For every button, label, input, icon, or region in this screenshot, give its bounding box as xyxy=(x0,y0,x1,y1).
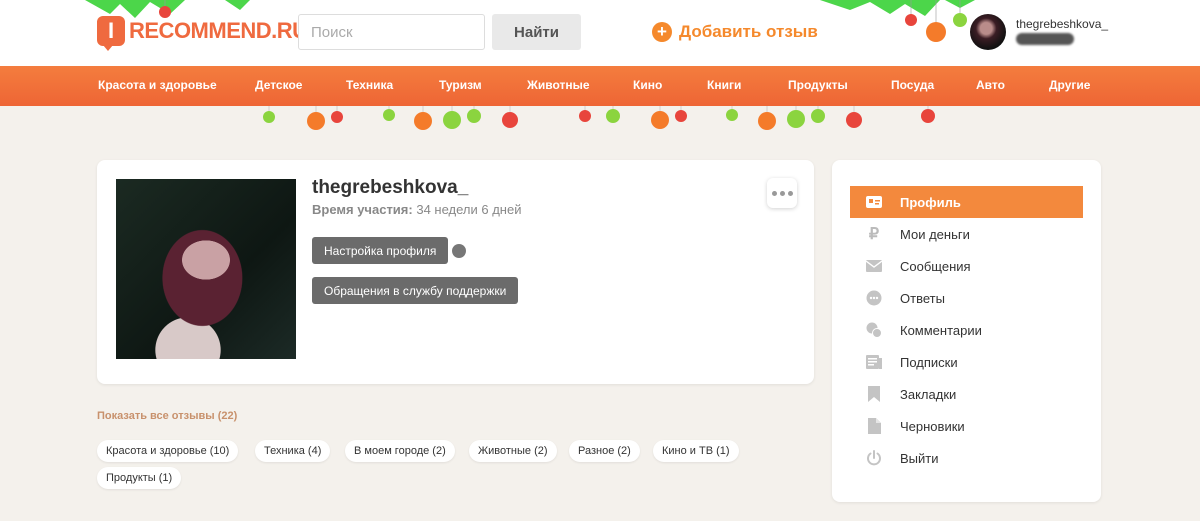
support-requests-button[interactable]: Обращения в службу поддержки xyxy=(312,277,519,304)
profile-photo[interactable] xyxy=(116,179,296,359)
category-nav: Красота и здоровье Детское Техника Туриз… xyxy=(0,66,1200,106)
nav-item-auto[interactable]: Авто xyxy=(976,78,1005,92)
comments-icon xyxy=(866,322,882,338)
nav-item-movies[interactable]: Кино xyxy=(633,78,662,92)
search-input[interactable] xyxy=(298,14,485,50)
sidebar-item-label: Профиль xyxy=(900,194,961,210)
site-header: I RECOMMEND.RU Найти + Добавить отзыв th… xyxy=(0,0,1200,66)
nav-item-tech[interactable]: Техника xyxy=(346,78,393,92)
power-icon xyxy=(866,450,882,466)
profile-card: thegrebeshkova_ Время участия: 34 недели… xyxy=(97,160,814,384)
sidebar-item-logout[interactable]: Выйти xyxy=(850,442,1083,474)
tag-my-city[interactable]: В моем городе (2) xyxy=(345,440,455,462)
redacted-info xyxy=(1016,33,1074,45)
tag-misc[interactable]: Разное (2) xyxy=(569,440,640,462)
id-card-icon xyxy=(866,194,882,210)
show-all-reviews-link[interactable]: Показать все отзывы (22) xyxy=(97,410,237,422)
sidebar-item-label: Сообщения xyxy=(900,258,971,274)
nav-item-books[interactable]: Книги xyxy=(707,78,741,92)
sidebar-item-label: Выйти xyxy=(900,450,939,466)
nav-item-beauty[interactable]: Красота и здоровье xyxy=(98,78,217,92)
bookmark-icon xyxy=(866,386,882,402)
add-review-link[interactable]: + Добавить отзыв xyxy=(652,22,818,42)
sidebar-item-label: Закладки xyxy=(900,386,957,402)
tag-movies-tv[interactable]: Кино и ТВ (1) xyxy=(653,440,739,462)
header-username[interactable]: thegrebeshkova_ xyxy=(1016,17,1108,31)
tag-tech[interactable]: Техника (4) xyxy=(255,440,331,462)
sidebar-item-subscriptions[interactable]: Подписки xyxy=(850,346,1083,378)
avatar[interactable] xyxy=(970,14,1006,50)
membership-duration: Время участия: 34 недели 6 дней xyxy=(312,202,521,217)
newspaper-icon xyxy=(866,354,882,370)
sidebar-item-comments[interactable]: Комментарии xyxy=(850,314,1083,346)
profile-username: thegrebeshkova_ xyxy=(312,177,469,198)
sidebar-item-drafts[interactable]: Черновики xyxy=(850,410,1083,442)
sidebar-item-label: Черновики xyxy=(900,418,965,434)
site-logo[interactable]: I RECOMMEND.RU xyxy=(97,14,308,51)
document-icon xyxy=(866,418,882,434)
sidebar-item-label: Комментарии xyxy=(900,322,982,338)
sidebar-item-answers[interactable]: Ответы xyxy=(850,282,1083,314)
nav-item-tourism[interactable]: Туризм xyxy=(439,78,482,92)
membership-value: 34 недели 6 дней xyxy=(416,202,522,217)
logo-text: RECOMMEND.RU xyxy=(129,18,308,43)
tag-beauty[interactable]: Красота и здоровье (10) xyxy=(97,440,239,462)
sidebar-item-bookmarks[interactable]: Закладки xyxy=(850,378,1083,410)
sidebar-item-label: Ответы xyxy=(900,290,945,306)
nav-item-dishes[interactable]: Посуда xyxy=(891,78,934,92)
nav-item-other[interactable]: Другие xyxy=(1049,78,1090,92)
membership-label: Время участия: xyxy=(312,202,413,217)
ruble-icon: ₽ xyxy=(868,226,880,243)
search-button[interactable]: Найти xyxy=(492,14,581,50)
more-dots-icon xyxy=(771,190,777,196)
profile-settings-button[interactable]: Настройка профиля xyxy=(312,237,449,264)
nav-item-food[interactable]: Продукты xyxy=(788,78,848,92)
plus-circle-icon: + xyxy=(652,22,672,42)
sidebar-item-label: Подписки xyxy=(900,354,958,370)
more-options-button[interactable] xyxy=(767,178,797,208)
status-indicator[interactable] xyxy=(452,244,466,258)
sidebar-item-profile[interactable]: Профиль xyxy=(850,186,1083,218)
nav-item-kids[interactable]: Детское xyxy=(255,78,302,92)
logo-badge-icon: I xyxy=(97,16,125,51)
sidebar-item-label: Мои деньги xyxy=(900,226,970,242)
nav-item-animals[interactable]: Животные xyxy=(527,78,590,92)
sidebar-item-money[interactable]: ₽ Мои деньги xyxy=(850,218,1083,250)
profile-sidebar: Профиль ₽ Мои деньги Сообщения Ответы Ко… xyxy=(832,160,1101,502)
add-review-label: Добавить отзыв xyxy=(679,22,818,41)
sidebar-item-messages[interactable]: Сообщения xyxy=(850,250,1083,282)
envelope-icon xyxy=(866,258,882,274)
tag-animals[interactable]: Животные (2) xyxy=(469,440,557,462)
tag-food[interactable]: Продукты (1) xyxy=(97,467,182,489)
speech-bubble-icon xyxy=(866,290,882,306)
